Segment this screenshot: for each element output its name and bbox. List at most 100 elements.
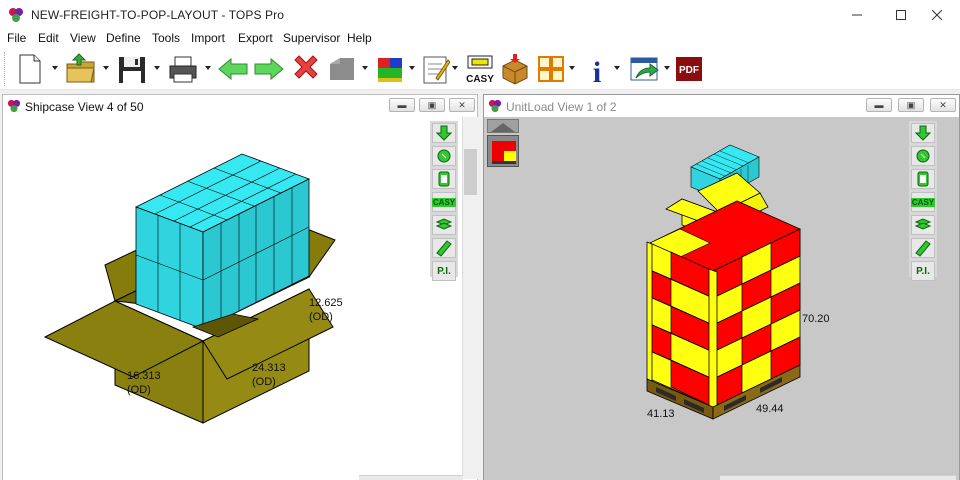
unitload-width-dimension: 41.13 [647, 407, 675, 421]
shipcase-view-titlebar[interactable]: Shipcase View 4 of 50 ▬ ▣ ✕ [3, 95, 477, 117]
casy-icon[interactable]: CASY [464, 52, 496, 86]
shipcase-canvas[interactable]: 12.625 (OD) 24.313 (OD) 16.313 (OD) [3, 117, 477, 480]
save-icon[interactable] [115, 52, 149, 86]
side-ruler-button[interactable] [911, 238, 935, 258]
child-minimize-button[interactable]: ▬ [866, 98, 892, 112]
notepad-icon[interactable] [420, 52, 450, 86]
print-dropdown-arrow[interactable] [205, 66, 211, 70]
shipcase-vertical-scrollbar[interactable] [462, 117, 478, 479]
save-dropdown-arrow[interactable] [154, 66, 160, 70]
close-button[interactable] [914, 0, 960, 30]
child-restore-button[interactable]: ▣ [898, 98, 924, 112]
new-file-icon[interactable] [16, 52, 44, 86]
layout-dropdown-arrow[interactable] [569, 66, 575, 70]
child-restore-button[interactable]: ▣ [419, 98, 445, 112]
side-pi-label: P.I. [437, 265, 451, 277]
unitload-side-panel: CASY P.I. [909, 121, 937, 281]
unitload-drawing [646, 144, 801, 420]
shipcase-length-value: 24.313 [252, 362, 286, 374]
menu-tools[interactable]: Tools [152, 31, 180, 45]
corner-board-left [646, 241, 653, 382]
load-box-icon[interactable] [499, 52, 531, 86]
unitload-view-window: UnitLoad View 1 of 2 ▬ ▣ ✕ 70.20 41.13 4… [483, 94, 960, 480]
menu-file[interactable]: File [7, 31, 26, 45]
shipcase-side-panel: CASY P.I. [430, 121, 458, 281]
menu-edit[interactable]: Edit [38, 31, 59, 45]
side-clipboard-button[interactable] [911, 169, 935, 189]
unitload-length-value: 49.44 [756, 403, 784, 415]
scrollbar-thumb[interactable] [464, 149, 477, 195]
new-dropdown-arrow[interactable] [52, 66, 58, 70]
forward-arrow-icon[interactable] [253, 52, 285, 86]
side-zoom-button[interactable] [911, 146, 935, 166]
info-dropdown-arrow[interactable] [614, 66, 620, 70]
load-front-pattern [649, 251, 714, 408]
side-casy-button[interactable]: CASY [910, 192, 936, 212]
tops-app-icon [9, 8, 23, 22]
down-arrow-icon [914, 125, 932, 141]
shipcase-height-unit: (OD) [309, 311, 333, 323]
layers-icon [435, 218, 453, 230]
side-pi-button[interactable]: P.I. [911, 261, 935, 281]
unitload-canvas[interactable]: 70.20 41.13 49.44 [484, 117, 959, 480]
unitload-length-dimension: 49.44 [756, 402, 784, 416]
shape-dropdown-arrow[interactable] [362, 66, 368, 70]
child-close-button[interactable]: ✕ [449, 98, 475, 112]
side-clipboard-button[interactable] [432, 169, 456, 189]
layout-grid-icon[interactable] [536, 52, 566, 86]
side-casy-button[interactable]: CASY [431, 192, 457, 212]
print-icon[interactable] [166, 52, 200, 86]
side-down-arrow-button[interactable] [911, 123, 935, 143]
open-dropdown-arrow[interactable] [103, 66, 109, 70]
ruler-icon [915, 240, 931, 257]
ruler-icon [436, 240, 452, 257]
unitload-height-value: 70.20 [802, 313, 830, 325]
shipcase-width-value: 16.313 [127, 370, 161, 382]
side-layers-button[interactable] [432, 215, 456, 235]
unitload-view-titlebar[interactable]: UnitLoad View 1 of 2 ▬ ▣ ✕ [484, 95, 959, 117]
delete-icon[interactable] [290, 52, 322, 86]
export-window-icon[interactable] [628, 52, 662, 86]
shape-icon[interactable] [326, 52, 358, 86]
pdf-toolbar-label: PDF [679, 65, 699, 76]
zoom-icon [437, 149, 451, 163]
corner-board-front [708, 268, 718, 410]
unitload-view-title: UnitLoad View 1 of 2 [506, 100, 617, 114]
side-layers-button[interactable] [911, 215, 935, 235]
minimize-button[interactable] [834, 0, 880, 30]
shipcase-height-value: 12.625 [309, 297, 343, 309]
side-pi-button[interactable]: P.I. [432, 261, 456, 281]
side-zoom-button[interactable] [432, 146, 456, 166]
back-arrow-icon[interactable] [217, 52, 249, 86]
toolbar-grip[interactable] [4, 52, 7, 86]
casy-toolbar-label: CASY [466, 74, 494, 85]
main-toolbar: CASY i PDF [0, 48, 960, 90]
child-minimize-button[interactable]: ▬ [389, 98, 415, 112]
menu-help[interactable]: Help [347, 31, 372, 45]
menu-view[interactable]: View [70, 31, 96, 45]
menu-bar: File Edit View Define Tools Import Expor… [0, 30, 960, 48]
side-down-arrow-button[interactable] [432, 123, 456, 143]
pallet-dropdown-arrow[interactable] [409, 66, 415, 70]
menu-export[interactable]: Export [238, 31, 273, 45]
export-dropdown-arrow[interactable] [664, 66, 670, 70]
shipcase-length-dimension: 24.313 (OD) [252, 361, 286, 389]
unitload-width-value: 41.13 [647, 408, 675, 420]
window-title: NEW-FREIGHT-TO-POP-LAYOUT - TOPS Pro [31, 8, 284, 22]
side-ruler-button[interactable] [432, 238, 456, 258]
pdf-icon[interactable]: PDF [674, 52, 704, 86]
down-arrow-icon [435, 125, 453, 141]
pallet-color-icon[interactable] [374, 52, 408, 86]
menu-supervisor[interactable]: Supervisor [283, 31, 340, 45]
info-icon[interactable]: i [582, 52, 612, 86]
info-toolbar-label: i [593, 56, 601, 86]
menu-import[interactable]: Import [191, 31, 225, 45]
open-folder-icon[interactable] [64, 52, 98, 86]
minimize-icon [852, 14, 862, 16]
notepad-dropdown-arrow[interactable] [452, 66, 458, 70]
shipcase-length-unit: (OD) [252, 376, 276, 388]
clipboard-icon [438, 171, 450, 187]
shipcase-view-title: Shipcase View 4 of 50 [25, 100, 144, 114]
child-close-button[interactable]: ✕ [930, 98, 956, 112]
menu-define[interactable]: Define [106, 31, 141, 45]
